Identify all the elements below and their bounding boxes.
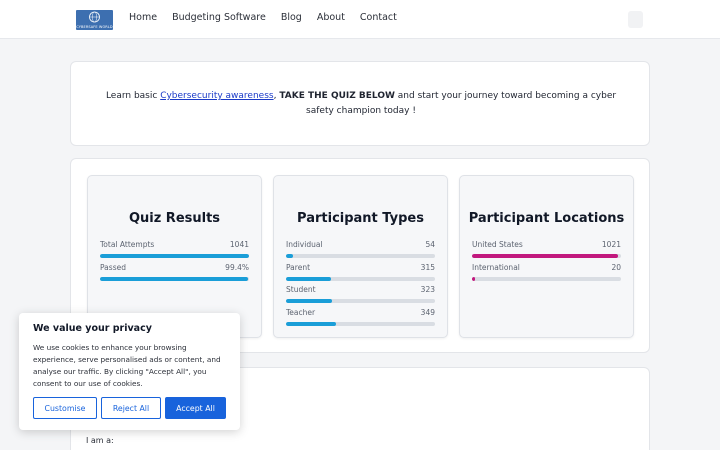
stat-value: 1041 xyxy=(229,240,249,249)
progress-fill xyxy=(286,299,333,303)
progress-fill xyxy=(472,277,475,281)
progress-bar xyxy=(100,254,249,258)
stat-parent: Parent 315 xyxy=(286,263,435,281)
nav-budgeting-software[interactable]: Budgeting Software xyxy=(172,12,266,23)
site-logo[interactable]: CYBERSAFE WORLD xyxy=(76,10,113,30)
progress-fill xyxy=(100,277,249,281)
stat-label: International xyxy=(472,263,520,272)
stat-value: 349 xyxy=(420,308,435,317)
stat-value: 20 xyxy=(611,263,621,272)
stat-label: Individual xyxy=(286,240,323,249)
stat-student: Student 323 xyxy=(286,285,435,303)
stat-value: 54 xyxy=(425,240,435,249)
nav-blog[interactable]: Blog xyxy=(281,12,302,23)
panel-title: Quiz Results xyxy=(128,211,221,226)
stat-total-attempts: Total Attempts 1041 xyxy=(100,240,249,258)
cybersecurity-awareness-link[interactable]: Cybersecurity awareness xyxy=(160,91,273,101)
intro-prefix: Learn basic xyxy=(105,91,161,101)
stat-value: 323 xyxy=(420,285,435,294)
progress-bar xyxy=(286,299,435,303)
progress-bar xyxy=(472,254,621,258)
participant-types-panel: Participant Types Individual 54 Parent 315… xyxy=(273,175,448,338)
progress-fill xyxy=(286,277,331,281)
intro-bold-cta: TAKE THE QUIZ BELOW xyxy=(279,91,395,101)
progress-fill xyxy=(472,254,619,258)
customise-button[interactable]: Customise xyxy=(33,397,97,419)
progress-fill xyxy=(100,254,249,258)
progress-bar xyxy=(286,322,435,326)
logo-text: CYBERSAFE WORLD xyxy=(76,25,113,29)
stat-value: 315 xyxy=(420,263,435,272)
stat-label: Total Attempts xyxy=(100,240,155,249)
nav-about[interactable]: About xyxy=(317,12,345,23)
panel-title: Participant Locations xyxy=(468,211,625,226)
stat-individual: Individual 54 xyxy=(286,240,435,258)
stat-united-states: United States 1021 xyxy=(472,240,621,258)
participant-locations-panel: Participant Locations United States 1021 … xyxy=(459,175,634,338)
stat-value: 1021 xyxy=(601,240,621,249)
stat-teacher: Teacher 349 xyxy=(286,308,435,326)
main-nav: Home Budgeting Software Blog About Conta… xyxy=(129,12,397,23)
panel-title: Participant Types xyxy=(297,211,424,226)
stat-label: Student xyxy=(286,285,316,294)
stat-label: Parent xyxy=(286,263,311,272)
stat-international: International 20 xyxy=(472,263,621,281)
intro-card: Learn basic Cybersecurity awareness, TAK… xyxy=(70,61,650,146)
cookie-consent-banner: We value your privacy We use cookies to … xyxy=(19,313,240,430)
nav-contact[interactable]: Contact xyxy=(360,12,397,23)
i-am-label: I am a: xyxy=(86,436,114,445)
cookie-title: We value your privacy xyxy=(33,323,152,334)
cookie-text: We use cookies to enhance your browsing … xyxy=(33,343,221,388)
progress-bar xyxy=(472,277,621,281)
progress-bar xyxy=(100,277,249,281)
stat-label: Passed xyxy=(100,263,126,272)
nav-home[interactable]: Home xyxy=(129,12,157,23)
accept-all-button[interactable]: Accept All xyxy=(165,397,226,419)
intro-text: Learn basic Cybersecurity awareness, TAK… xyxy=(91,89,631,118)
header-menu-button[interactable] xyxy=(628,11,643,28)
progress-fill xyxy=(286,254,294,258)
progress-bar xyxy=(286,277,435,281)
progress-bar xyxy=(286,254,435,258)
stat-label: Teacher xyxy=(286,308,316,317)
reject-all-button[interactable]: Reject All xyxy=(101,397,161,419)
stat-passed: Passed 99.4% xyxy=(100,263,249,281)
stat-value: 99.4% xyxy=(225,263,249,272)
progress-fill xyxy=(286,322,336,326)
stat-label: United States xyxy=(472,240,523,249)
top-navigation-bar: CYBERSAFE WORLD Home Budgeting Software … xyxy=(0,0,720,39)
